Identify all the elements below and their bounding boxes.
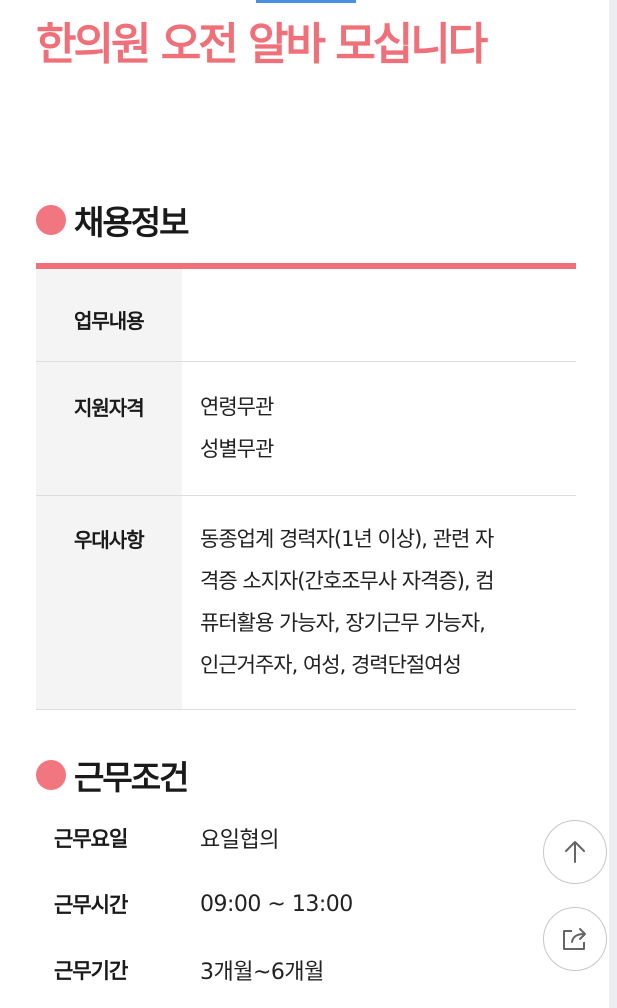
row-value-preference: 동종업계 경력자(1년 이상), 관련 자 격증 소지자(간호조무사 자격증),…	[182, 496, 576, 709]
job-post-page: 한의원 오전 알바 모십니다 채용정보 업무내용 지원자격 연령무관 성별무관 …	[0, 0, 609, 1008]
preference-line: 격증 소지자(간호조무사 자격증), 컴	[200, 569, 495, 593]
section-bullet-icon	[36, 205, 66, 235]
conditions-section-header: 근무조건	[36, 755, 189, 797]
table-row: 지원자격 연령무관 성별무관	[36, 362, 576, 496]
condition-row-hours: 근무시간 09:00 ~ 13:00	[54, 884, 574, 924]
job-title: 한의원 오전 알바 모십니다	[36, 19, 488, 70]
preference-line: 동종업계 경력자(1년 이상), 관련 자	[200, 527, 494, 551]
condition-value: 3개월~6개월	[200, 960, 324, 985]
share-icon	[563, 928, 586, 950]
scroll-top-button[interactable]	[543, 820, 607, 884]
condition-label: 근무시간	[54, 893, 128, 917]
condition-value: 요일협의	[200, 828, 279, 853]
top-indicator-bar	[256, 0, 356, 3]
recruit-info-table: 업무내용 지원자격 연령무관 성별무관 우대사항 동종업계 경력자(1년 이상)…	[36, 263, 576, 710]
recruit-section-header: 채용정보	[36, 200, 189, 242]
recruit-section-title: 채용정보	[74, 203, 189, 242]
row-label-preference: 우대사항	[36, 496, 182, 709]
section-bullet-icon	[36, 760, 66, 790]
condition-row-period: 근무기간 3개월~6개월	[54, 950, 574, 990]
row-label-qualification: 지원자격	[36, 362, 182, 495]
row-label-duty: 업무내용	[36, 269, 182, 361]
condition-value: 09:00 ~ 13:00	[200, 891, 353, 917]
conditions-section-title: 근무조건	[74, 758, 189, 797]
row-value-duty	[182, 269, 576, 361]
condition-label: 근무요일	[54, 827, 128, 851]
row-value-qualification: 연령무관 성별무관	[182, 362, 576, 495]
arrow-up-icon	[565, 841, 585, 863]
preference-line: 인근거주자, 여성, 경력단절여성	[200, 653, 462, 677]
condition-label: 근무기간	[54, 959, 128, 983]
table-row: 업무내용	[36, 269, 576, 362]
table-row: 우대사항 동종업계 경력자(1년 이상), 관련 자 격증 소지자(간호조무사 …	[36, 496, 576, 710]
qualification-line: 성별무관	[200, 437, 274, 461]
share-button[interactable]	[543, 907, 607, 971]
preference-line: 퓨터활용 가능자, 장기근무 가능자,	[200, 611, 486, 635]
condition-row-days: 근무요일 요일협의	[54, 818, 574, 858]
qualification-line: 연령무관	[200, 395, 274, 419]
